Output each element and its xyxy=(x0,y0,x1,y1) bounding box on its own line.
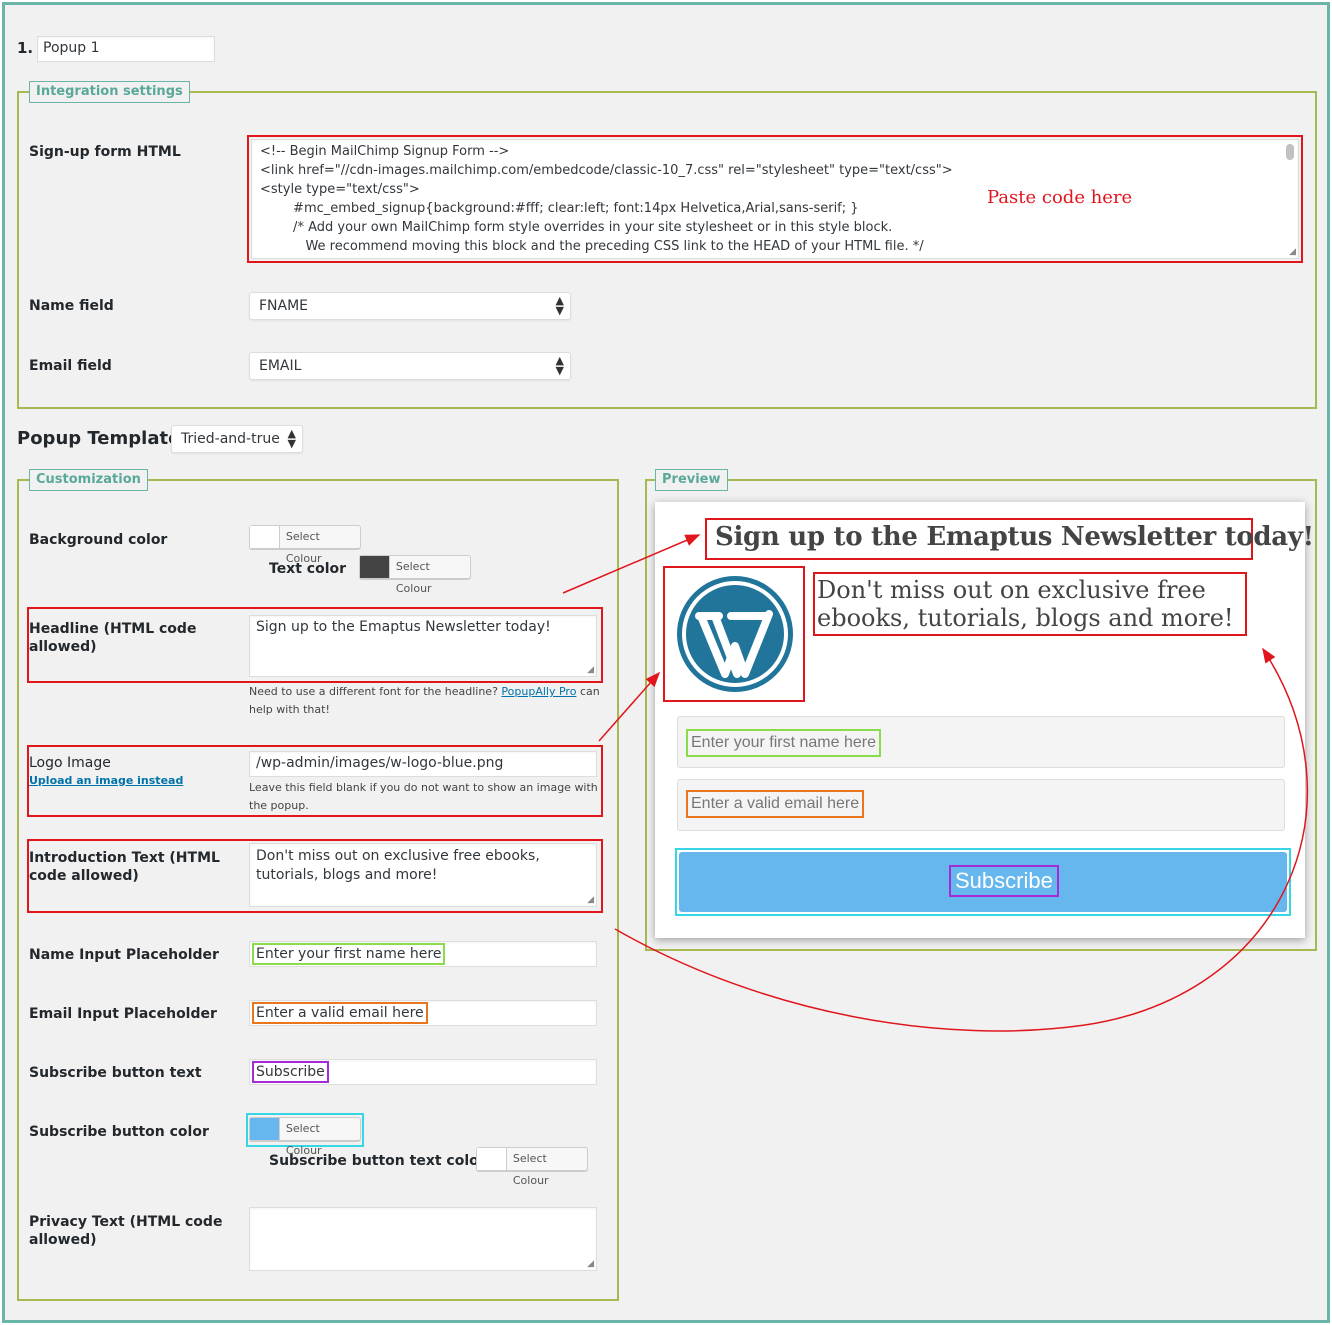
wordpress-logo-icon xyxy=(675,574,795,694)
headline-help: Need to use a different font for the hea… xyxy=(249,683,605,719)
popup-template-value: Tried-and-true xyxy=(181,431,280,447)
email-placeholder-value: Enter a valid email here xyxy=(252,1002,428,1024)
preview-subscribe-button[interactable]: Subscribe xyxy=(679,852,1287,912)
select-arrows-icon: ▲ ▼ xyxy=(555,354,564,377)
select-arrows-icon: ▲ ▼ xyxy=(287,427,296,450)
settings-page: 1. Popup 1 Integration settings Sign-up … xyxy=(2,2,1330,1323)
popupally-pro-link[interactable]: PopupAlly Pro xyxy=(501,685,576,698)
select-colour-label: Select Colour xyxy=(395,560,432,595)
text-color-picker[interactable]: Select Colour xyxy=(359,555,471,595)
code-line: <link href="//cdn-images.mailchimp.com/e… xyxy=(260,163,953,178)
select-arrows-icon: ▲ ▼ xyxy=(555,294,564,317)
bg-color-swatch xyxy=(250,526,280,548)
popup-template-select[interactable]: Tried-and-true ▲ ▼ xyxy=(171,425,303,453)
text-color-swatch xyxy=(360,556,390,578)
intro-value: Don't miss out on exclusive free ebooks,… xyxy=(256,848,540,883)
popup-name-input[interactable]: Popup 1 xyxy=(37,36,215,62)
btn-text-value: Subscribe xyxy=(252,1061,329,1083)
name-field-value: FNAME xyxy=(259,298,309,314)
select-colour-label: Select Colour xyxy=(285,1122,322,1157)
paste-code-note: Paste code here xyxy=(987,187,1133,208)
logo-image-label: Logo Image xyxy=(29,755,111,771)
email-field-select[interactable]: EMAIL ▲ ▼ xyxy=(249,352,571,380)
select-colour-label: Select Colour xyxy=(285,530,322,565)
intro-textarea[interactable]: Don't miss out on exclusive free ebooks,… xyxy=(249,843,597,907)
headline-textarea[interactable]: Sign up to the Emaptus Newsletter today!… xyxy=(249,615,597,677)
btn-text-color-picker[interactable]: Select Colour xyxy=(476,1147,588,1187)
popup-number: 1. xyxy=(17,39,34,57)
bg-color-picker[interactable]: Select Colour xyxy=(249,525,361,565)
code-line: #mc_embed_signup{background:#fff; clear:… xyxy=(260,201,859,216)
logo-url-input[interactable]: /wp-admin/images/w-logo-blue.png xyxy=(249,751,597,777)
popup-preview: Sign up to the Emaptus Newsletter today!… xyxy=(655,502,1314,938)
privacy-textarea[interactable]: ◢ xyxy=(249,1207,597,1271)
resize-grip-icon[interactable]: ◢ xyxy=(1289,248,1296,257)
name-placeholder-input[interactable]: Enter your first name here xyxy=(249,941,597,967)
code-line: We recommend moving this block and the p… xyxy=(260,239,924,254)
email-placeholder-input[interactable]: Enter a valid email here xyxy=(249,1000,597,1026)
text-color-label: Text color xyxy=(269,561,347,577)
resize-grip-icon[interactable]: ◢ xyxy=(587,1260,594,1269)
btn-text-input[interactable]: Subscribe xyxy=(249,1059,597,1085)
headline-value: Sign up to the Emaptus Newsletter today! xyxy=(256,619,551,635)
email-field-label: Email field xyxy=(29,358,112,374)
name-placeholder-value: Enter your first name here xyxy=(252,943,446,965)
preview-name-placeholder: Enter your first name here xyxy=(686,729,881,757)
name-field-select[interactable]: FNAME ▲ ▼ xyxy=(249,292,571,320)
name-field-label: Name field xyxy=(29,298,114,314)
email-placeholder-label: Email Input Placeholder xyxy=(29,1006,217,1022)
headline-label: Headline (HTML code allowed) xyxy=(29,621,197,655)
code-line: <style type="text/css"> xyxy=(260,182,420,197)
customization-legend: Customization xyxy=(29,469,148,491)
btn-color-label: Subscribe button color xyxy=(29,1124,209,1140)
select-colour-label: Select Colour xyxy=(512,1152,549,1187)
upload-image-link[interactable]: Upload an image instead xyxy=(29,774,183,788)
resize-grip-icon[interactable]: ◢ xyxy=(587,666,594,675)
preview-name-input[interactable]: Enter your first name here xyxy=(677,716,1285,768)
preview-subscribe-label: Subscribe xyxy=(949,865,1059,897)
signup-form-label: Sign-up form HTML xyxy=(29,144,181,160)
preview-legend: Preview xyxy=(655,469,728,491)
logo-help: Leave this field blank if you do not wan… xyxy=(249,781,598,812)
scrollbar-thumb[interactable] xyxy=(1286,144,1294,160)
btn-color-picker[interactable]: Select Colour xyxy=(249,1117,361,1157)
btn-text-color-swatch xyxy=(477,1148,507,1170)
btn-color-swatch xyxy=(250,1118,280,1140)
privacy-text-label: Privacy Text (HTML code allowed) xyxy=(29,1214,223,1248)
preview-headline: Sign up to the Emaptus Newsletter today! xyxy=(715,522,1314,552)
integration-settings-legend: Integration settings xyxy=(29,81,190,103)
code-line: /* Add your own MailChimp form style ove… xyxy=(260,220,893,235)
headline-help-text: Need to use a different font for the hea… xyxy=(249,685,498,698)
preview-email-input[interactable]: Enter a valid email here xyxy=(677,779,1285,831)
btn-text-color-label: Subscribe button text color xyxy=(269,1153,486,1169)
preview-intro: Don't miss out on exclusive free ebooks,… xyxy=(817,576,1234,632)
preview-email-placeholder: Enter a valid email here xyxy=(686,790,865,818)
resize-grip-icon[interactable]: ◢ xyxy=(587,896,594,905)
code-line: <!-- Begin MailChimp Signup Form --> xyxy=(260,144,510,159)
intro-text-label: Introduction Text (HTML code allowed) xyxy=(29,850,220,884)
signup-code-textarea[interactable]: <!-- Begin MailChimp Signup Form --> <li… xyxy=(251,139,1299,259)
btn-text-label: Subscribe button text xyxy=(29,1065,202,1081)
name-placeholder-label: Name Input Placeholder xyxy=(29,947,219,963)
email-field-value: EMAIL xyxy=(259,358,302,374)
bg-color-label: Background color xyxy=(29,532,168,548)
popup-template-label: Popup Template xyxy=(17,428,181,449)
